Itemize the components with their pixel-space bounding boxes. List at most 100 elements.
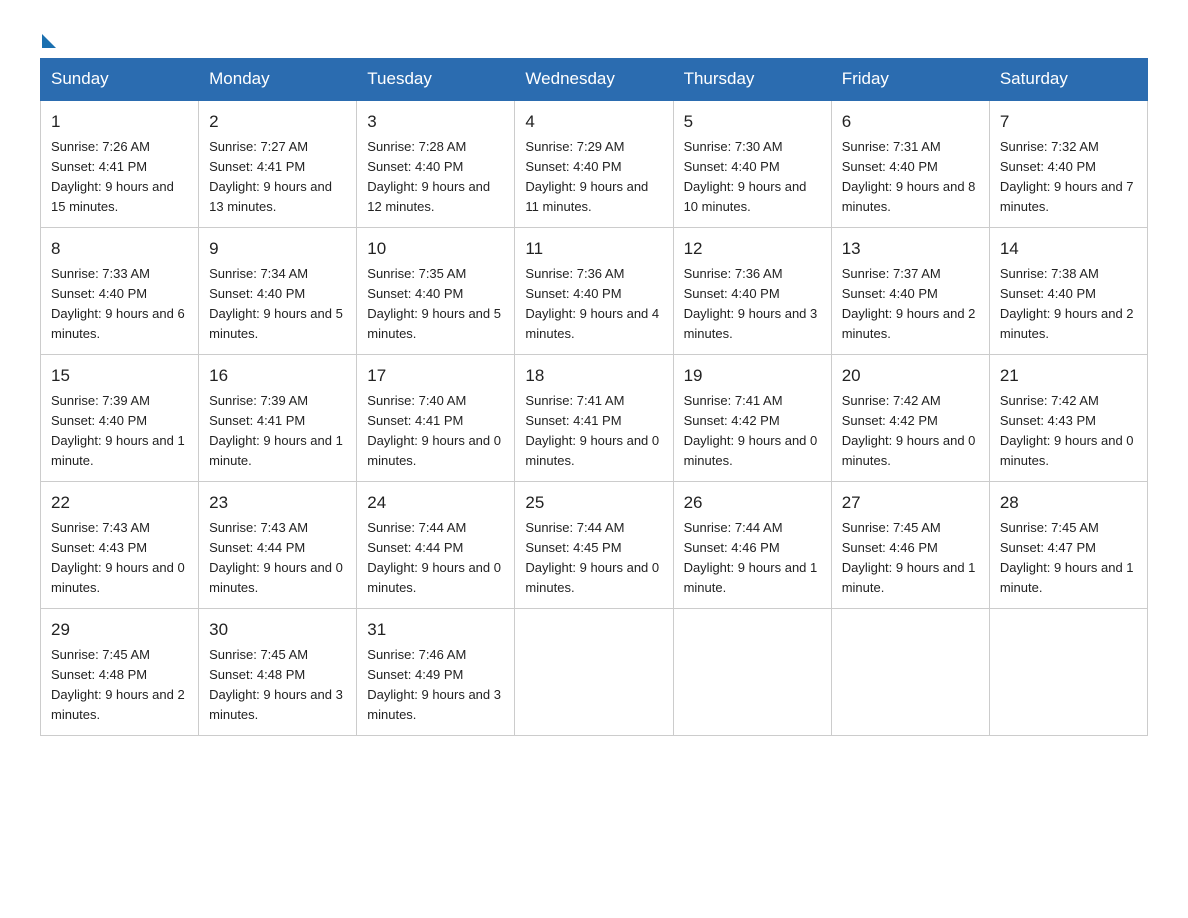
day-number: 22 <box>51 490 188 516</box>
day-info: Sunrise: 7:44 AMSunset: 4:45 PMDaylight:… <box>525 518 662 599</box>
day-header-friday: Friday <box>831 59 989 101</box>
day-number: 25 <box>525 490 662 516</box>
day-info: Sunrise: 7:45 AMSunset: 4:48 PMDaylight:… <box>51 645 188 726</box>
day-info: Sunrise: 7:27 AMSunset: 4:41 PMDaylight:… <box>209 137 346 218</box>
day-number: 16 <box>209 363 346 389</box>
day-number: 17 <box>367 363 504 389</box>
calendar-table: SundayMondayTuesdayWednesdayThursdayFrid… <box>40 58 1148 736</box>
day-number: 31 <box>367 617 504 643</box>
day-number: 3 <box>367 109 504 135</box>
calendar-cell: 10Sunrise: 7:35 AMSunset: 4:40 PMDayligh… <box>357 228 515 355</box>
calendar-cell: 4Sunrise: 7:29 AMSunset: 4:40 PMDaylight… <box>515 100 673 228</box>
day-number: 28 <box>1000 490 1137 516</box>
calendar-cell: 23Sunrise: 7:43 AMSunset: 4:44 PMDayligh… <box>199 482 357 609</box>
day-number: 24 <box>367 490 504 516</box>
calendar-week-row: 8Sunrise: 7:33 AMSunset: 4:40 PMDaylight… <box>41 228 1148 355</box>
page-header <box>40 30 1148 48</box>
calendar-cell: 28Sunrise: 7:45 AMSunset: 4:47 PMDayligh… <box>989 482 1147 609</box>
calendar-cell: 29Sunrise: 7:45 AMSunset: 4:48 PMDayligh… <box>41 609 199 736</box>
day-number: 21 <box>1000 363 1137 389</box>
day-info: Sunrise: 7:36 AMSunset: 4:40 PMDaylight:… <box>684 264 821 345</box>
day-info: Sunrise: 7:46 AMSunset: 4:49 PMDaylight:… <box>367 645 504 726</box>
calendar-week-row: 29Sunrise: 7:45 AMSunset: 4:48 PMDayligh… <box>41 609 1148 736</box>
logo-triangle-icon <box>42 34 56 48</box>
day-number: 9 <box>209 236 346 262</box>
day-info: Sunrise: 7:32 AMSunset: 4:40 PMDaylight:… <box>1000 137 1137 218</box>
calendar-cell <box>989 609 1147 736</box>
day-info: Sunrise: 7:41 AMSunset: 4:41 PMDaylight:… <box>525 391 662 472</box>
calendar-cell: 5Sunrise: 7:30 AMSunset: 4:40 PMDaylight… <box>673 100 831 228</box>
day-info: Sunrise: 7:37 AMSunset: 4:40 PMDaylight:… <box>842 264 979 345</box>
day-info: Sunrise: 7:34 AMSunset: 4:40 PMDaylight:… <box>209 264 346 345</box>
day-number: 29 <box>51 617 188 643</box>
calendar-cell: 6Sunrise: 7:31 AMSunset: 4:40 PMDaylight… <box>831 100 989 228</box>
day-number: 6 <box>842 109 979 135</box>
day-info: Sunrise: 7:43 AMSunset: 4:43 PMDaylight:… <box>51 518 188 599</box>
calendar-cell: 19Sunrise: 7:41 AMSunset: 4:42 PMDayligh… <box>673 355 831 482</box>
day-header-sunday: Sunday <box>41 59 199 101</box>
calendar-cell: 31Sunrise: 7:46 AMSunset: 4:49 PMDayligh… <box>357 609 515 736</box>
day-number: 18 <box>525 363 662 389</box>
calendar-cell: 20Sunrise: 7:42 AMSunset: 4:42 PMDayligh… <box>831 355 989 482</box>
day-info: Sunrise: 7:41 AMSunset: 4:42 PMDaylight:… <box>684 391 821 472</box>
day-info: Sunrise: 7:36 AMSunset: 4:40 PMDaylight:… <box>525 264 662 345</box>
day-info: Sunrise: 7:30 AMSunset: 4:40 PMDaylight:… <box>684 137 821 218</box>
day-info: Sunrise: 7:45 AMSunset: 4:46 PMDaylight:… <box>842 518 979 599</box>
day-info: Sunrise: 7:28 AMSunset: 4:40 PMDaylight:… <box>367 137 504 218</box>
calendar-cell <box>831 609 989 736</box>
calendar-week-row: 15Sunrise: 7:39 AMSunset: 4:40 PMDayligh… <box>41 355 1148 482</box>
day-info: Sunrise: 7:44 AMSunset: 4:46 PMDaylight:… <box>684 518 821 599</box>
calendar-cell: 27Sunrise: 7:45 AMSunset: 4:46 PMDayligh… <box>831 482 989 609</box>
day-number: 26 <box>684 490 821 516</box>
day-number: 2 <box>209 109 346 135</box>
day-header-thursday: Thursday <box>673 59 831 101</box>
calendar-cell: 8Sunrise: 7:33 AMSunset: 4:40 PMDaylight… <box>41 228 199 355</box>
logo <box>40 30 56 48</box>
calendar-cell: 24Sunrise: 7:44 AMSunset: 4:44 PMDayligh… <box>357 482 515 609</box>
day-info: Sunrise: 7:39 AMSunset: 4:40 PMDaylight:… <box>51 391 188 472</box>
day-number: 27 <box>842 490 979 516</box>
day-header-saturday: Saturday <box>989 59 1147 101</box>
day-info: Sunrise: 7:33 AMSunset: 4:40 PMDaylight:… <box>51 264 188 345</box>
day-number: 30 <box>209 617 346 643</box>
day-info: Sunrise: 7:39 AMSunset: 4:41 PMDaylight:… <box>209 391 346 472</box>
day-info: Sunrise: 7:26 AMSunset: 4:41 PMDaylight:… <box>51 137 188 218</box>
calendar-cell <box>515 609 673 736</box>
day-info: Sunrise: 7:35 AMSunset: 4:40 PMDaylight:… <box>367 264 504 345</box>
calendar-cell: 7Sunrise: 7:32 AMSunset: 4:40 PMDaylight… <box>989 100 1147 228</box>
day-header-monday: Monday <box>199 59 357 101</box>
calendar-week-row: 22Sunrise: 7:43 AMSunset: 4:43 PMDayligh… <box>41 482 1148 609</box>
calendar-cell: 30Sunrise: 7:45 AMSunset: 4:48 PMDayligh… <box>199 609 357 736</box>
day-info: Sunrise: 7:44 AMSunset: 4:44 PMDaylight:… <box>367 518 504 599</box>
calendar-cell: 13Sunrise: 7:37 AMSunset: 4:40 PMDayligh… <box>831 228 989 355</box>
day-number: 19 <box>684 363 821 389</box>
calendar-cell: 17Sunrise: 7:40 AMSunset: 4:41 PMDayligh… <box>357 355 515 482</box>
day-info: Sunrise: 7:29 AMSunset: 4:40 PMDaylight:… <box>525 137 662 218</box>
day-number: 10 <box>367 236 504 262</box>
calendar-cell: 15Sunrise: 7:39 AMSunset: 4:40 PMDayligh… <box>41 355 199 482</box>
day-header-tuesday: Tuesday <box>357 59 515 101</box>
day-number: 8 <box>51 236 188 262</box>
day-info: Sunrise: 7:45 AMSunset: 4:47 PMDaylight:… <box>1000 518 1137 599</box>
day-info: Sunrise: 7:40 AMSunset: 4:41 PMDaylight:… <box>367 391 504 472</box>
day-info: Sunrise: 7:38 AMSunset: 4:40 PMDaylight:… <box>1000 264 1137 345</box>
calendar-cell: 12Sunrise: 7:36 AMSunset: 4:40 PMDayligh… <box>673 228 831 355</box>
day-info: Sunrise: 7:43 AMSunset: 4:44 PMDaylight:… <box>209 518 346 599</box>
day-number: 14 <box>1000 236 1137 262</box>
calendar-cell: 18Sunrise: 7:41 AMSunset: 4:41 PMDayligh… <box>515 355 673 482</box>
day-number: 13 <box>842 236 979 262</box>
day-number: 7 <box>1000 109 1137 135</box>
day-number: 12 <box>684 236 821 262</box>
calendar-cell: 3Sunrise: 7:28 AMSunset: 4:40 PMDaylight… <box>357 100 515 228</box>
calendar-cell: 9Sunrise: 7:34 AMSunset: 4:40 PMDaylight… <box>199 228 357 355</box>
day-number: 23 <box>209 490 346 516</box>
calendar-cell: 2Sunrise: 7:27 AMSunset: 4:41 PMDaylight… <box>199 100 357 228</box>
calendar-cell: 1Sunrise: 7:26 AMSunset: 4:41 PMDaylight… <box>41 100 199 228</box>
day-number: 15 <box>51 363 188 389</box>
day-header-wednesday: Wednesday <box>515 59 673 101</box>
calendar-week-row: 1Sunrise: 7:26 AMSunset: 4:41 PMDaylight… <box>41 100 1148 228</box>
calendar-cell: 21Sunrise: 7:42 AMSunset: 4:43 PMDayligh… <box>989 355 1147 482</box>
calendar-cell: 14Sunrise: 7:38 AMSunset: 4:40 PMDayligh… <box>989 228 1147 355</box>
calendar-cell <box>673 609 831 736</box>
day-info: Sunrise: 7:45 AMSunset: 4:48 PMDaylight:… <box>209 645 346 726</box>
